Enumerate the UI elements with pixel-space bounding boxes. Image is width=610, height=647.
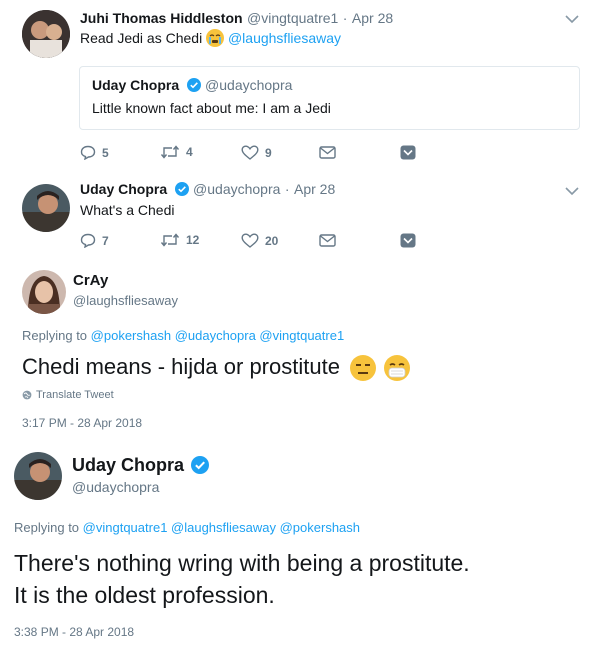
like-icon xyxy=(241,233,259,248)
timestamp[interactable]: 3:38 PM - 28 Apr 2018 xyxy=(14,625,134,639)
translate-label: Translate Tweet xyxy=(36,389,114,401)
retweet-count: 12 xyxy=(186,233,200,247)
chevron-down-icon[interactable] xyxy=(565,186,579,196)
author-name[interactable]: Uday Chopra xyxy=(72,455,184,475)
author-name[interactable]: Uday Chopra xyxy=(80,181,167,197)
globe-icon xyxy=(22,390,32,400)
author-handle[interactable]: @udaychopra xyxy=(193,181,280,197)
author-handle[interactable]: @udaychopra xyxy=(72,479,159,495)
retweet-icon xyxy=(160,233,180,247)
replying-to-label: Replying to xyxy=(14,520,80,535)
verified-badge-icon xyxy=(174,182,189,196)
timestamp[interactable]: 3:17 PM - 28 Apr 2018 xyxy=(22,416,142,430)
like-count: 9 xyxy=(265,145,272,160)
translate-tweet-link[interactable]: Translate Tweet xyxy=(22,389,114,401)
tweet-text: Read Jedi as Chedi xyxy=(80,30,203,46)
quoted-author-handle: @udaychopra xyxy=(205,77,293,93)
tweet-text: What's a Chedi xyxy=(80,202,175,218)
dm-icon[interactable] xyxy=(319,234,336,247)
crying-face-emoji xyxy=(206,29,225,48)
reply-icon xyxy=(80,145,96,160)
avatar[interactable] xyxy=(14,452,62,500)
tweet-text: Chedi means - hijda or prostitute xyxy=(22,354,340,379)
like-button[interactable]: 9 xyxy=(241,145,272,160)
author-handle[interactable]: @laughsfliesaway xyxy=(73,293,178,308)
medical-mask-emoji xyxy=(384,355,411,382)
chevron-down-icon[interactable] xyxy=(565,14,579,24)
reply-count: 7 xyxy=(102,233,109,248)
like-icon xyxy=(241,145,259,160)
replying-to-mentions[interactable]: @pokershash @udaychopra @vingtquatre1 xyxy=(91,328,345,343)
author-name[interactable]: Juhi Thomas Hiddleston xyxy=(80,10,243,26)
like-button[interactable]: 20 xyxy=(241,233,278,248)
retweet-button[interactable]: 12 xyxy=(160,233,199,247)
reply-icon xyxy=(80,233,96,248)
quoted-tweet[interactable]: Uday Chopra @udaychopra Little known fac… xyxy=(79,66,580,130)
separator: · xyxy=(284,181,290,197)
tweet-date[interactable]: Apr 28 xyxy=(352,10,393,26)
reply-count: 5 xyxy=(102,145,109,160)
tweet-text-line-2: It is the oldest profession. xyxy=(14,582,275,608)
caret-icon[interactable] xyxy=(400,145,416,160)
author-handle[interactable]: @vingtquatre1 xyxy=(247,10,338,26)
tweet-text-line-1: There's nothing wring with being a prost… xyxy=(14,550,470,576)
separator: · xyxy=(342,10,348,26)
expressionless-face-emoji xyxy=(350,355,377,382)
caret-icon[interactable] xyxy=(400,233,416,248)
tweet-date[interactable]: Apr 28 xyxy=(294,181,335,197)
avatar[interactable] xyxy=(22,184,70,232)
like-count: 20 xyxy=(265,233,279,248)
reply-button[interactable]: 5 xyxy=(80,145,109,160)
avatar[interactable] xyxy=(22,10,70,58)
mention-link[interactable]: @laughsfliesaway xyxy=(228,30,341,46)
retweet-button[interactable]: 4 xyxy=(160,145,193,159)
retweet-count: 4 xyxy=(186,145,193,159)
replying-to-label: Replying to xyxy=(22,328,88,343)
quoted-author-name: Uday Chopra xyxy=(92,77,180,93)
verified-badge-icon xyxy=(186,78,201,92)
retweet-icon xyxy=(160,145,180,159)
reply-button[interactable]: 7 xyxy=(80,233,109,248)
author-name[interactable]: CrAy xyxy=(73,272,108,289)
quoted-text: Little known fact about me: I am a Jedi xyxy=(92,100,331,116)
avatar[interactable] xyxy=(22,270,66,314)
replying-to-mentions[interactable]: @vingtquatre1 @laughsfliesaway @pokersha… xyxy=(83,520,360,535)
dm-icon[interactable] xyxy=(319,146,336,159)
verified-badge-icon xyxy=(191,456,210,474)
